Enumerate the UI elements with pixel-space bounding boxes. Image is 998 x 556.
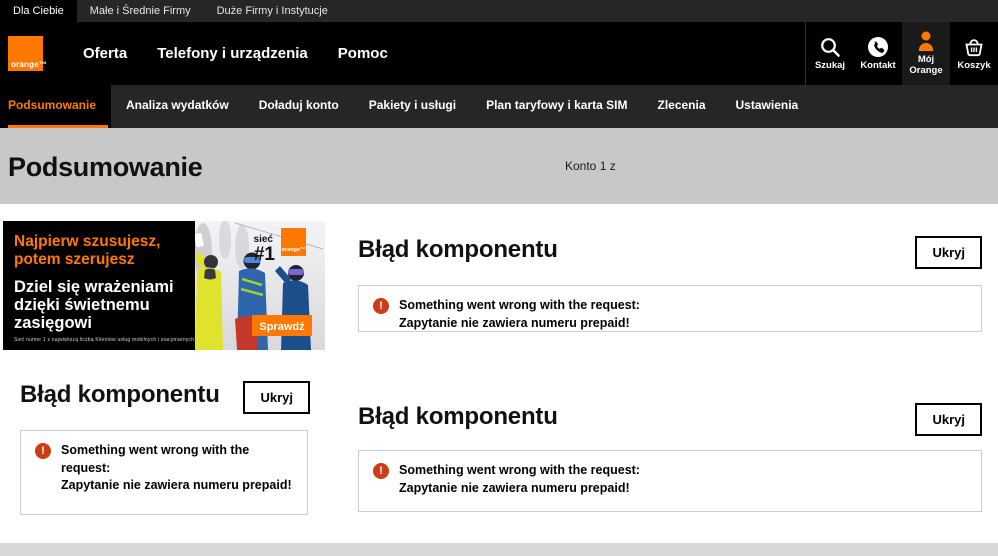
banner-disclaimer: Sieć numer 1 z największą liczbą Klientó… [14,337,196,343]
contact-button[interactable]: Kontakt [854,22,902,85]
error-icon: ! [373,463,389,479]
basket-icon [963,36,985,58]
hide-button[interactable]: Ukryj [243,381,310,414]
error-icon: ! [35,443,51,459]
hide-button[interactable]: Ukryj [915,236,982,269]
tab-podsumowanie[interactable]: Podsumowanie [0,85,111,128]
hide-button[interactable]: Ukryj [915,403,982,436]
network-rank-label: #1 [254,244,276,265]
error-heading: Błąd komponentu [358,403,558,431]
error-heading: Błąd komponentu [20,381,220,409]
page-header: Podsumowanie Konto 1 z [0,128,998,204]
main-content: Najpierw szusujesz, potem szerujesz Dzie… [0,204,998,543]
contact-label: Kontakt [860,61,895,72]
search-button[interactable]: Szukaj [806,22,854,85]
utility-tab-dla-ciebie[interactable]: Dla Ciebie [0,0,77,22]
footer-strip [0,543,998,556]
tab-zlecenia[interactable]: Zlecenia [642,85,720,128]
tab-pakiety-i-uslugi[interactable]: Pakiety i usługi [354,85,471,128]
tab-analiza-wydatkow[interactable]: Analiza wydatków [111,85,244,128]
banner-cta-label: Sprawdź [259,321,305,333]
basket-label: Koszyk [957,61,990,72]
tab-plan-taryfowy[interactable]: Plan taryfowy i karta SIM [471,85,642,128]
banner-orange-logo-text: orange™ [282,247,306,253]
main-nav: orange™ Oferta Telefony i urządzenia Pom… [0,22,998,85]
banner-photo-illustration: sieć #1 orange™ Sprawdź [195,221,325,350]
error-section-top-right: Błąd komponentu Ukryj [358,236,982,269]
error-section-bottom-right: Błąd komponentu Ukryj [358,403,982,436]
utility-tab-duze-firmy[interactable]: Duże Firmy i Instytucje [204,0,341,22]
utility-bar: Dla Ciebie Małe i Średnie Firmy Duże Fir… [0,0,998,22]
basket-button[interactable]: Koszyk [950,22,998,85]
account-tabs: Podsumowanie Analiza wydatków Doładuj ko… [0,85,998,128]
promo-banner-text-panel: Najpierw szusujesz, potem szerujesz Dzie… [3,221,195,350]
account-selector-label[interactable]: Konto 1 z [565,159,616,173]
nav-link-telefony[interactable]: Telefony i urządzenia [157,45,308,62]
nav-link-oferta[interactable]: Oferta [83,45,127,62]
error-icon: ! [373,298,389,314]
search-label: Szukaj [815,61,845,72]
error-message-box: ! Something went wrong with the request:… [358,285,982,332]
search-icon [819,36,841,58]
error-message: Something went wrong with the request: Z… [399,462,640,500]
tab-ustawienia[interactable]: Ustawienia [721,85,814,128]
page-title: Podsumowanie [8,152,202,183]
nav-link-pomoc[interactable]: Pomoc [338,45,388,62]
orange-logo[interactable]: orange™ [8,36,43,71]
error-section-left: Błąd komponentu Ukryj [20,381,310,414]
banner-headline: Najpierw szusujesz, potem szerujesz [14,233,195,269]
error-message-box: ! Something went wrong with the request:… [20,430,308,515]
main-nav-links: Oferta Telefony i urządzenia Pomoc [83,45,388,62]
person-icon [915,30,937,52]
error-message: Something went wrong with the request: Z… [399,297,640,320]
moj-orange-button[interactable]: Mój Orange [902,22,950,85]
error-message: Something went wrong with the request: Z… [61,442,293,503]
tab-doladuj-konto[interactable]: Doładuj konto [244,85,354,128]
moj-orange-label: Mój Orange [904,55,948,77]
nav-actions: Szukaj Kontakt Mój Orange [805,22,998,85]
orange-logo-text: orange™ [11,60,47,69]
utility-tab-male-srednie-firmy[interactable]: Małe i Średnie Firmy [77,0,204,22]
phone-icon [867,36,889,58]
error-message-box: ! Something went wrong with the request:… [358,450,982,512]
promo-banner[interactable]: Najpierw szusujesz, potem szerujesz Dzie… [3,221,325,350]
banner-subheadline: Dziel się wrażeniami dzięki świetnemu za… [14,278,195,332]
error-heading: Błąd komponentu [358,236,558,264]
